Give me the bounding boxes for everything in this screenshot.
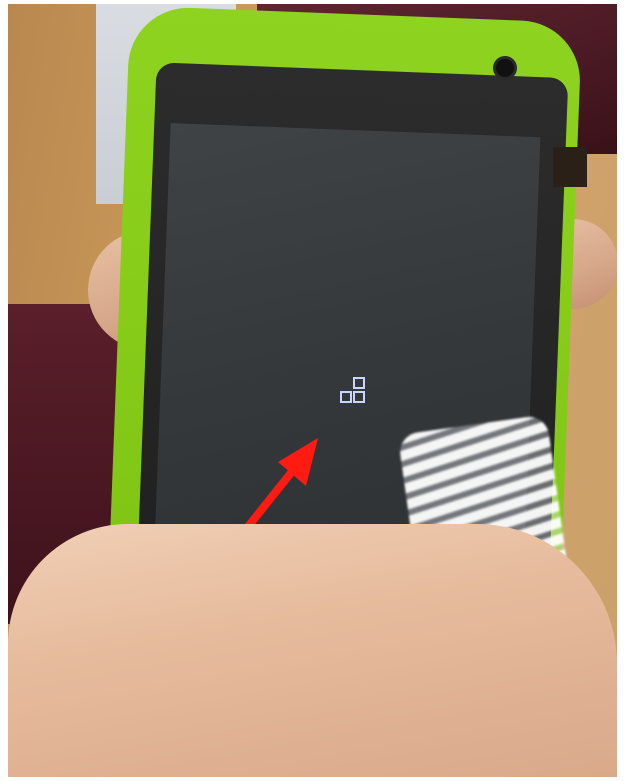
bottom-hand (8, 524, 617, 777)
photo-frame (8, 4, 617, 777)
boot-logo-icon (340, 377, 365, 403)
camera-icon (496, 59, 514, 77)
phone-side-tab (553, 147, 587, 187)
